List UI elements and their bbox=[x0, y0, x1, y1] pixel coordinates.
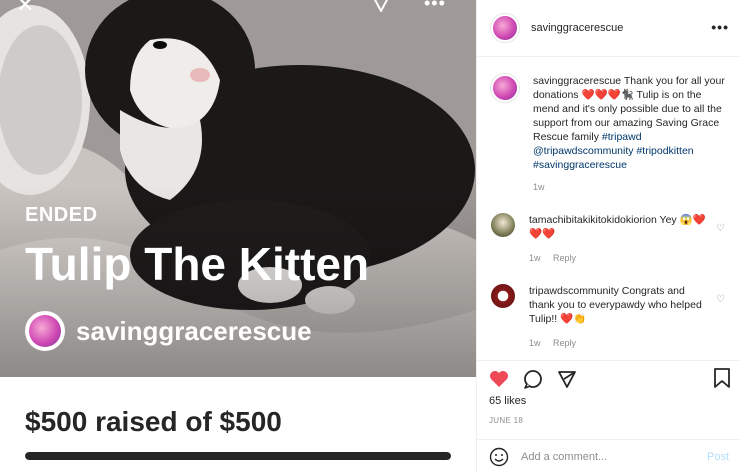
fundraiser-progress-fill bbox=[25, 452, 451, 460]
like-heart-icon[interactable] bbox=[489, 370, 509, 392]
amount-raised: $500 raised of $500 bbox=[25, 406, 282, 437]
avatar[interactable] bbox=[491, 74, 519, 102]
post-button[interactable]: Post bbox=[707, 451, 729, 463]
post-panel: savinggracerescue ••• savinggracerescue … bbox=[476, 0, 740, 472]
emoji-icon[interactable] bbox=[489, 447, 509, 467]
share-icon[interactable] bbox=[372, 0, 390, 16]
fundraiser-progress-bar bbox=[25, 452, 451, 460]
post-actions: 65 likes JUNE 18 Post bbox=[477, 360, 740, 472]
caption-emojis: ❤️❤️❤️🐈‍⬛ bbox=[581, 89, 634, 101]
fundraiser-organizer[interactable]: savinggracerescue bbox=[25, 311, 312, 351]
add-comment-bar: Post bbox=[477, 439, 740, 472]
comment-text: Yey bbox=[659, 214, 677, 226]
avatar[interactable] bbox=[491, 284, 515, 308]
comment-username[interactable]: tripawdscommunity bbox=[529, 285, 619, 297]
like-comment-icon[interactable]: ♡ bbox=[716, 294, 725, 305]
comment-input[interactable] bbox=[521, 450, 691, 463]
caption: savinggracerescue Thank you for all your… bbox=[491, 74, 731, 194]
comment-time: 1w bbox=[529, 338, 541, 348]
more-options-icon[interactable]: ••• bbox=[424, 0, 446, 14]
comment-item: tripawdscommunity Congrats and thank you… bbox=[491, 284, 731, 350]
avatar[interactable] bbox=[491, 213, 515, 237]
like-comment-icon[interactable]: ♡ bbox=[716, 223, 725, 234]
likes-count[interactable]: 65 likes bbox=[489, 395, 526, 407]
bookmark-icon[interactable] bbox=[713, 367, 731, 394]
post-header: savinggracerescue ••• bbox=[477, 0, 740, 57]
caption-username[interactable]: savinggracerescue bbox=[533, 75, 621, 87]
avatar[interactable] bbox=[491, 14, 519, 42]
caption-time: 1w bbox=[533, 182, 545, 192]
fundraiser-title: Tulip The Kitten bbox=[25, 238, 370, 290]
post-date: JUNE 18 bbox=[489, 416, 524, 425]
comment-item: tamachibitakikitokidokiorion Yey 😱❤️❤️❤️… bbox=[491, 213, 731, 265]
comment-icon[interactable] bbox=[523, 369, 543, 393]
comment-username[interactable]: tamachibitakikitokidokiorion bbox=[529, 214, 657, 226]
close-icon[interactable]: ✕ bbox=[16, 0, 34, 16]
organizer-name: savinggracerescue bbox=[76, 315, 312, 346]
comment-time: 1w bbox=[529, 253, 541, 263]
fundraiser-media: ✕ ••• ENDED Tulip The Kitten savinggrace… bbox=[0, 0, 476, 472]
more-options-icon[interactable]: ••• bbox=[711, 19, 729, 35]
reply-button[interactable]: Reply bbox=[553, 338, 576, 348]
comment-emojis: ❤️👏 bbox=[560, 313, 587, 325]
share-icon[interactable] bbox=[557, 369, 577, 393]
fundraiser-status: ENDED bbox=[25, 204, 98, 226]
organizer-avatar bbox=[25, 311, 65, 351]
header-username[interactable]: savinggracerescue bbox=[531, 22, 623, 34]
reply-button[interactable]: Reply bbox=[553, 253, 576, 263]
